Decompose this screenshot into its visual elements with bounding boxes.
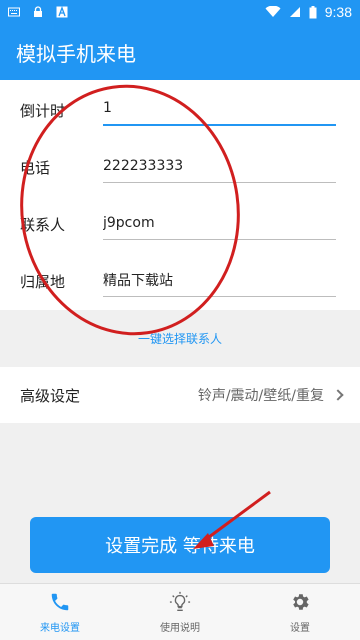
location-label: 归属地 — [20, 273, 66, 291]
contact-field[interactable] — [103, 206, 336, 240]
phone-row: 电话 — [0, 137, 360, 194]
contact-row: 联系人 — [0, 194, 360, 251]
advanced-title: 高级设定 — [20, 386, 81, 405]
gear-icon — [293, 593, 309, 610]
nav-settings-label: 设置 — [290, 622, 310, 634]
pick-contact-link[interactable]: 一键选择联系人 — [0, 310, 360, 366]
location-row: 归属地 — [0, 251, 360, 308]
keyboard-icon — [8, 7, 20, 17]
bottom-nav: 来电设置 使用说明 设置 — [0, 583, 360, 640]
app-a-icon — [56, 6, 68, 18]
countdown-field[interactable] — [103, 92, 336, 126]
phone-input[interactable] — [103, 149, 336, 182]
countdown-label: 倒计时 — [20, 102, 66, 120]
phone-label: 电话 — [20, 159, 51, 177]
location-field[interactable] — [103, 263, 336, 297]
phone-field[interactable] — [103, 149, 336, 183]
lightbulb-icon — [169, 591, 191, 611]
advanced-settings-row[interactable]: 高级设定 铃声/震动/壁纸/重复 — [0, 367, 360, 423]
location-input[interactable] — [103, 263, 336, 296]
status-right: 9:38 — [265, 4, 352, 20]
contact-label: 联系人 — [20, 216, 66, 234]
app-bar: 模拟手机来电 — [0, 24, 360, 80]
wifi-icon — [265, 6, 281, 17]
advanced-value: 铃声/震动/壁纸/重复 — [197, 388, 324, 404]
nav-settings[interactable]: 设置 — [240, 584, 360, 640]
nav-instructions-label: 使用说明 — [160, 622, 200, 634]
status-left-icons — [8, 6, 68, 18]
contact-input[interactable] — [103, 206, 336, 239]
status-time: 9:38 — [324, 4, 352, 20]
app-title: 模拟手机来电 — [16, 41, 136, 66]
phone-icon — [51, 593, 69, 610]
finish-setup-label: 设置完成 等待来电 — [105, 536, 255, 557]
nav-call-settings[interactable]: 来电设置 — [0, 584, 120, 640]
status-bar: 9:38 — [0, 0, 360, 24]
nav-instructions[interactable]: 使用说明 — [120, 584, 240, 640]
nav-call-settings-label: 来电设置 — [40, 622, 80, 634]
call-settings-form: 倒计时 电话 联系人 归属地 — [0, 80, 360, 310]
finish-setup-button[interactable]: 设置完成 等待来电 — [30, 517, 330, 573]
pick-contact-label: 一键选择联系人 — [137, 331, 222, 346]
countdown-row: 倒计时 — [0, 80, 360, 137]
signal-icon — [289, 7, 300, 17]
lock-icon — [34, 6, 42, 17]
countdown-input[interactable] — [103, 92, 336, 124]
chevron-right-icon — [332, 389, 344, 401]
battery-icon — [309, 5, 317, 18]
